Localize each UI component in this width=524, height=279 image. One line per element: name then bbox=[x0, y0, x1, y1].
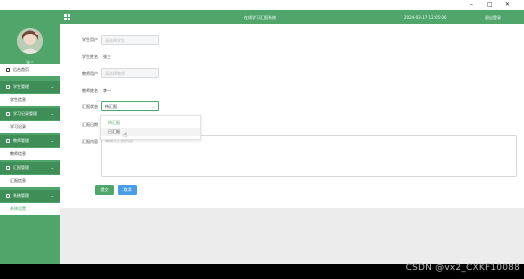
sidebar-item-label: 汇报管理 bbox=[13, 165, 29, 170]
report-date-label: 汇报日期 bbox=[82, 122, 98, 127]
status-dropdown: 待汇报 已汇报 bbox=[100, 115, 201, 140]
doc-icon bbox=[6, 112, 10, 116]
sidebar-item-label: 学习记录管理 bbox=[13, 111, 37, 116]
chevron-down-icon: ⌄ bbox=[50, 193, 54, 198]
student-user-select[interactable]: 请选择学生 bbox=[101, 35, 159, 45]
sidebar-item-label: 汇报信息 bbox=[10, 178, 26, 183]
report-status-label: 汇报状态 bbox=[82, 104, 98, 109]
sidebar-item-label: 系统设置 bbox=[10, 206, 26, 211]
hand-cursor-icon: ☝ bbox=[123, 131, 128, 139]
sidebar-item-label: 学生管理 bbox=[13, 84, 29, 89]
student-name-value: 张三 bbox=[103, 54, 111, 59]
sidebar-group-teachers[interactable]: 教师管理 ⌄ bbox=[0, 135, 60, 147]
header-datetime: 2024-03-17 12:05:06 bbox=[404, 15, 447, 20]
sidebar-item-home[interactable]: 后台首页 bbox=[0, 64, 60, 76]
doc-icon bbox=[6, 85, 10, 89]
teacher-user-select[interactable]: 请选择教师 bbox=[101, 68, 159, 78]
sidebar: 张三 后台首页 学生管理 ⌄ 学生信息 学习记录管理 ⌄ 学习记录 教师管理 ⌄… bbox=[0, 10, 60, 264]
logout-button[interactable]: 退出登录 bbox=[485, 15, 501, 21]
watermark-text: CSDN @vx2_CXKF10088 bbox=[405, 263, 520, 273]
sidebar-item-label: 教师管理 bbox=[13, 138, 29, 143]
sidebar-item-label: 系统管理 bbox=[13, 193, 29, 198]
window-titlebar: – □ ✕ bbox=[0, 0, 524, 10]
sidebar-item-teacher-info[interactable]: 教师信息 bbox=[0, 148, 60, 160]
sidebar-item-records[interactable]: 学习记录 bbox=[0, 121, 60, 133]
sidebar-item-label: 教师信息 bbox=[10, 151, 26, 156]
maximize-icon[interactable]: □ bbox=[487, 1, 493, 9]
avatar bbox=[17, 28, 43, 54]
cancel-button[interactable]: 取消 bbox=[118, 185, 137, 195]
sidebar-item-label: 学生信息 bbox=[10, 97, 26, 102]
sidebar-item-label: 学习记录 bbox=[10, 124, 26, 129]
teacher-name-label: 教师姓名 bbox=[82, 88, 98, 93]
sidebar-item-report-info[interactable]: 汇报信息 bbox=[0, 175, 60, 187]
sidebar-group-records[interactable]: 学习记录管理 ⌄ bbox=[0, 108, 60, 120]
report-content-label: 汇报内容 bbox=[82, 139, 98, 144]
chevron-down-icon: ⌄ bbox=[50, 138, 54, 143]
home-icon bbox=[6, 68, 10, 72]
student-user-label: 学生用户 bbox=[82, 37, 98, 42]
status-option-pending[interactable]: 待汇报 bbox=[101, 119, 200, 127]
report-status-value: 待汇报 bbox=[105, 104, 117, 109]
close-icon[interactable]: ✕ bbox=[505, 1, 510, 9]
doc-icon bbox=[6, 166, 10, 170]
sidebar-item-system-settings[interactable]: 系统设置 bbox=[0, 203, 60, 215]
top-header: 在线学习汇报系统 2024-03-17 12:05:06 退出登录 bbox=[60, 10, 524, 24]
doc-icon bbox=[6, 194, 10, 198]
report-content-textarea[interactable]: 请输入汇报内容 bbox=[101, 135, 517, 177]
status-option-done[interactable]: 已汇报 bbox=[101, 128, 200, 136]
doc-icon bbox=[6, 139, 10, 143]
report-status-select[interactable]: 待汇报 ⌄ bbox=[101, 101, 159, 111]
sidebar-group-system[interactable]: 系统管理 ⌄ bbox=[0, 190, 60, 202]
content-footer-area bbox=[60, 208, 524, 264]
chevron-down-icon: ⌄ bbox=[50, 111, 54, 116]
sidebar-group-reports[interactable]: 汇报管理 ⌄ bbox=[0, 162, 60, 174]
student-name-label: 学生姓名 bbox=[82, 54, 98, 59]
submit-button[interactable]: 提交 bbox=[95, 185, 114, 195]
sidebar-group-students[interactable]: 学生管理 ⌄ bbox=[0, 81, 60, 93]
sidebar-item-label: 后台首页 bbox=[13, 67, 29, 72]
teacher-user-label: 教师用户 bbox=[82, 71, 98, 76]
teacher-name-value: 李一 bbox=[103, 88, 111, 93]
chevron-down-icon: ⌄ bbox=[151, 104, 155, 109]
system-title: 在线学习汇报系统 bbox=[244, 15, 276, 20]
chevron-down-icon: ⌄ bbox=[50, 84, 54, 89]
chevron-down-icon: ⌄ bbox=[50, 165, 54, 170]
minimize-icon[interactable]: – bbox=[470, 1, 473, 9]
sidebar-item-student-info[interactable]: 学生信息 bbox=[0, 94, 60, 106]
